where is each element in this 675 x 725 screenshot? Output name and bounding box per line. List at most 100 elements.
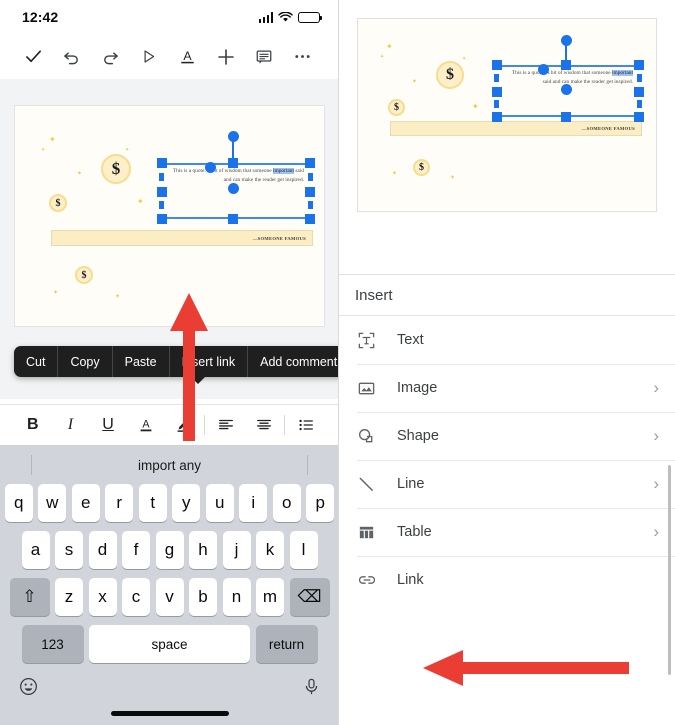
mic-icon[interactable] (302, 677, 321, 701)
redo-icon[interactable] (97, 44, 123, 70)
key-d[interactable]: d (88, 531, 117, 569)
shift-key[interactable]: ⇧ (9, 578, 50, 616)
backspace-key[interactable]: ⌫ (289, 578, 330, 616)
battery-icon (298, 11, 323, 23)
key-a[interactable]: a (21, 531, 50, 569)
resize-handle-mr-upper[interactable] (637, 74, 642, 82)
resize-handle-ml[interactable] (157, 187, 167, 197)
resize-handle-bc[interactable] (228, 214, 238, 224)
insert-item-table[interactable]: Table › (339, 508, 675, 556)
comment-icon[interactable] (251, 44, 277, 70)
italic-button[interactable]: I (52, 416, 90, 434)
undo-icon[interactable] (59, 44, 85, 70)
keyboard-suggestion-bar[interactable]: import any (0, 446, 338, 484)
key-t[interactable]: t (138, 484, 167, 522)
space-key[interactable]: space (89, 625, 250, 663)
editor-toolbar: A (0, 34, 338, 79)
key-h[interactable]: h (189, 531, 217, 569)
bold-button[interactable]: B (14, 416, 52, 434)
insert-item-shape[interactable]: Shape › (339, 412, 675, 460)
key-v[interactable]: v (155, 578, 184, 616)
resize-handle-ml[interactable] (492, 87, 502, 97)
key-o[interactable]: o (272, 484, 301, 522)
key-i[interactable]: i (239, 484, 268, 522)
resize-handle-mr[interactable] (634, 87, 644, 97)
selected-text-box[interactable]: This is a quote. A bit of wisdom that so… (157, 131, 315, 224)
resize-handle-tc[interactable] (561, 60, 571, 70)
insert-item-link[interactable]: Link (339, 556, 675, 604)
key-z[interactable]: z (55, 578, 83, 616)
key-p[interactable]: p (306, 484, 335, 522)
resize-handle-mr-lower[interactable] (308, 201, 313, 209)
resize-handle-ml-lower[interactable] (494, 100, 499, 108)
key-l[interactable]: l (289, 531, 318, 569)
resize-handle-tl[interactable] (492, 60, 502, 70)
context-menu-add-comment[interactable]: Add comment (248, 346, 338, 377)
selection-end-handle[interactable] (561, 84, 572, 95)
emoji-icon[interactable] (18, 676, 39, 702)
key-s[interactable]: s (55, 531, 83, 569)
slide-preview[interactable]: $ $ $ ✦ ✦ ✦ ✦ ✦ ✦ ✦ —SOMEONE FAMOUS This… (357, 18, 657, 212)
key-b[interactable]: b (189, 578, 217, 616)
text-format-icon[interactable]: A (174, 44, 200, 70)
key-m[interactable]: m (256, 578, 284, 616)
align-center-icon[interactable] (245, 416, 283, 434)
key-r[interactable]: r (105, 484, 134, 522)
selection-start-handle[interactable] (205, 162, 216, 173)
resize-handle-mr-upper[interactable] (308, 173, 313, 181)
key-c[interactable]: c (122, 578, 150, 616)
selection-end-handle[interactable] (228, 183, 239, 194)
present-play-icon[interactable] (136, 44, 162, 70)
coin-decoration: $ (413, 159, 430, 176)
context-menu-copy[interactable]: Copy (58, 346, 113, 377)
key-e[interactable]: e (71, 484, 100, 522)
key-y[interactable]: y (172, 484, 201, 522)
resize-handle-bc[interactable] (561, 112, 571, 122)
resize-handle-br[interactable] (634, 112, 644, 122)
context-menu-cut[interactable]: Cut (14, 346, 59, 377)
resize-handle-tr[interactable] (305, 158, 315, 168)
resize-handle-bl[interactable] (157, 214, 167, 224)
attribution-banner[interactable]: —SOMEONE FAMOUS (51, 230, 313, 246)
return-key[interactable]: return (255, 625, 318, 663)
key-g[interactable]: g (155, 531, 184, 569)
key-f[interactable]: f (122, 531, 150, 569)
resize-handle-ml-upper[interactable] (494, 74, 499, 82)
panel-scrollbar[interactable] (668, 465, 671, 675)
key-x[interactable]: x (88, 578, 117, 616)
insert-item-text[interactable]: Text (339, 316, 675, 364)
key-w[interactable]: w (38, 484, 67, 522)
rotation-handle[interactable] (561, 35, 572, 46)
underline-button[interactable]: U (89, 416, 127, 434)
text-color-button[interactable]: A (127, 416, 165, 434)
resize-handle-bl[interactable] (492, 112, 502, 122)
key-u[interactable]: u (205, 484, 234, 522)
resize-handle-tr[interactable] (634, 60, 644, 70)
coin-decoration: $ (75, 266, 93, 284)
rotation-handle[interactable] (228, 131, 239, 142)
attribution-banner[interactable]: —SOMEONE FAMOUS (390, 121, 642, 136)
insert-plus-icon[interactable] (213, 44, 239, 70)
more-options-icon[interactable] (290, 44, 316, 70)
key-k[interactable]: k (256, 531, 284, 569)
resize-handle-br[interactable] (305, 214, 315, 224)
key-n[interactable]: n (222, 578, 251, 616)
align-left-icon[interactable] (207, 416, 245, 434)
insert-item-line[interactable]: Line › (339, 460, 675, 508)
key-q[interactable]: q (4, 484, 33, 522)
done-checkmark-icon[interactable] (20, 44, 46, 70)
selected-text-box[interactable]: This is a quote. A bit of wisdom that so… (492, 35, 644, 122)
resize-handle-ml-lower[interactable] (159, 201, 164, 209)
bulleted-list-icon[interactable] (287, 416, 325, 434)
resize-handle-tc[interactable] (228, 158, 238, 168)
suggestion-word[interactable]: import any (138, 458, 201, 473)
resize-handle-tl[interactable] (157, 158, 167, 168)
key-j[interactable]: j (222, 531, 251, 569)
insert-item-image[interactable]: Image › (339, 364, 675, 412)
selection-start-handle[interactable] (538, 64, 549, 75)
resize-handle-ml-upper[interactable] (159, 173, 164, 181)
resize-handle-mr[interactable] (305, 187, 315, 197)
resize-handle-mr-lower[interactable] (637, 100, 642, 108)
numbers-key[interactable]: 123 (21, 625, 84, 663)
context-menu-paste[interactable]: Paste (113, 346, 170, 377)
